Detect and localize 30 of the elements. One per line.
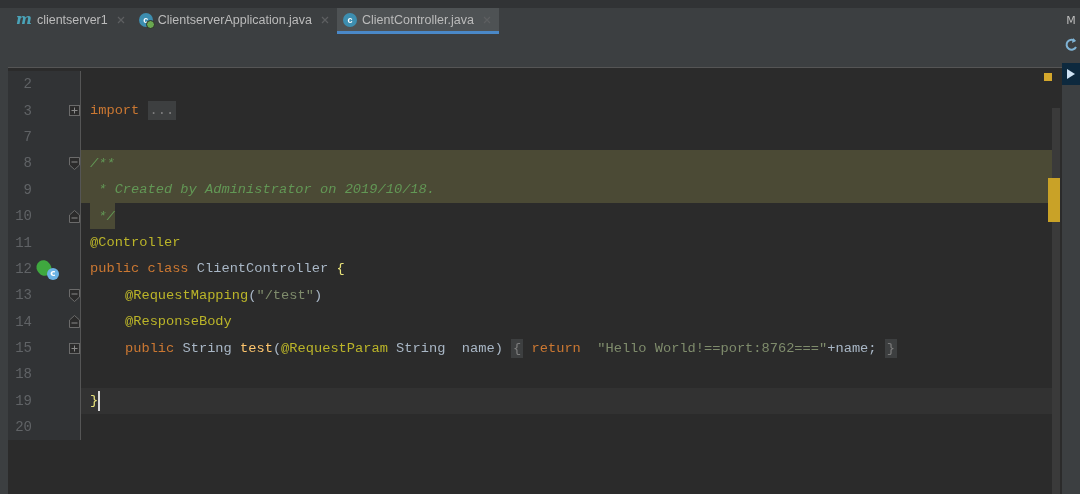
- code-line: @ResponseBody: [125, 314, 232, 330]
- collapse-icon[interactable]: [69, 288, 80, 302]
- expand-icon[interactable]: [69, 342, 80, 354]
- close-icon[interactable]: [321, 15, 329, 24]
- warning-marker: [1044, 73, 1052, 81]
- collapse-icon[interactable]: [69, 315, 80, 329]
- code-line: public String test(@RequestParam String name) { return "Hello World!==port:8762==="+name; }: [125, 340, 897, 356]
- text-cursor: [98, 390, 101, 411]
- code-line: }: [90, 393, 99, 409]
- code-line: @Controller: [90, 235, 181, 251]
- editor-tab[interactable]: c ClientController.java: [337, 8, 499, 34]
- play-icon: [1066, 68, 1076, 80]
- class-icon: c: [343, 12, 357, 27]
- collapse-icon[interactable]: [69, 209, 80, 223]
- spring-class-icon: c: [138, 12, 153, 27]
- editor-tab[interactable]: m clientserver1: [10, 8, 133, 34]
- code-line: public class ClientController {: [90, 261, 345, 277]
- tool-window-label[interactable]: M: [1066, 14, 1076, 27]
- refresh-icon[interactable]: [1064, 37, 1078, 53]
- module-icon: m: [16, 12, 32, 27]
- run-button[interactable]: [1062, 63, 1080, 85]
- editor-tab[interactable]: c ClientserverApplication.java: [132, 8, 337, 34]
- code-line: import ...: [90, 103, 177, 119]
- code-line: /**: [90, 155, 115, 171]
- expand-icon[interactable]: [69, 105, 80, 117]
- close-icon[interactable]: [116, 15, 125, 24]
- collapse-icon[interactable]: [69, 156, 80, 170]
- highlight-marker: [1048, 178, 1060, 222]
- code-line: * Created by Administrator on 2019/10/18.: [97, 182, 435, 198]
- code-line: @RequestMapping("/test"): [125, 287, 323, 303]
